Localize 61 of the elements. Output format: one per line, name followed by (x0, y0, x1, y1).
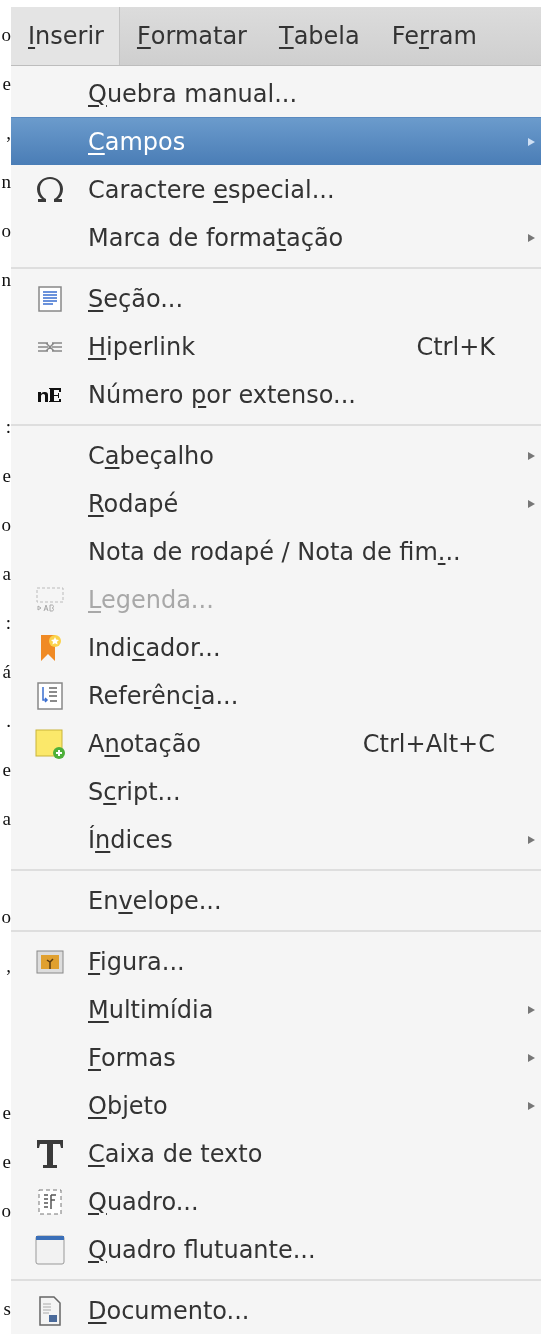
menu-item[interactable]: Número por extenso... (11, 370, 541, 418)
image-icon (35, 949, 64, 974)
menu-item[interactable]: Cabeçalho (11, 431, 541, 479)
menu-item[interactable]: Multimídia (11, 985, 541, 1033)
document-text: á (2, 660, 11, 684)
number-words-icon (36, 385, 63, 404)
menu-item[interactable]: Referência... (11, 671, 541, 719)
omega-icon (34, 174, 65, 205)
document-text: o (1, 219, 11, 243)
document-text: e (2, 1150, 11, 1174)
floating-frame-icon (34, 1234, 65, 1265)
text-box-icon (35, 1138, 64, 1169)
menu-item[interactable]: Documento... (11, 1286, 541, 1334)
menu-bar-item[interactable]: Ferram (374, 7, 492, 65)
hyperlink-icon (36, 339, 63, 354)
document-text: n (1, 268, 11, 292)
document-text: , (6, 121, 11, 145)
document-text: o (1, 1199, 11, 1223)
document-text: s (3, 1297, 11, 1321)
document-text: e (2, 1101, 11, 1125)
document-text: a (2, 562, 11, 586)
document-text: : (5, 611, 11, 635)
section-icon (37, 285, 62, 312)
menu-bar-item[interactable]: Inserir (11, 7, 120, 65)
menu-item[interactable]: Índices (11, 815, 541, 863)
document-text: o (1, 513, 11, 537)
document-text: , (6, 954, 11, 978)
comment-icon (34, 728, 65, 759)
document-text: e (2, 464, 11, 488)
menu-bar-item[interactable]: Tabela (262, 7, 375, 65)
menu-item[interactable]: Campos (11, 117, 541, 165)
menu-item[interactable]: Quadro flutuante... (11, 1225, 541, 1273)
reference-icon (36, 681, 63, 710)
document-text: . (6, 709, 11, 733)
menu-item[interactable]: Indicador... (11, 623, 541, 671)
menu-item[interactable]: Objeto (11, 1081, 541, 1129)
menu-item[interactable]: Caixa de texto (11, 1129, 541, 1177)
document-text: n (1, 170, 11, 194)
menu-item[interactable]: Quadro... (11, 1177, 541, 1225)
menu-item[interactable]: Hiperlink Ctrl+K (11, 322, 541, 370)
menu-item[interactable]: Quebra manual... (11, 69, 541, 117)
menu-item[interactable]: Script... (11, 767, 541, 815)
document-text: e (2, 72, 11, 96)
frame-icon (36, 1187, 63, 1216)
menu-item[interactable]: Seção... (11, 274, 541, 322)
document-text: : (5, 415, 11, 439)
menu-item[interactable]: Formas (11, 1033, 541, 1081)
menu-item[interactable]: Envelope... (11, 876, 541, 924)
caption-icon (34, 585, 65, 614)
menu-item[interactable]: Marca de formatação (11, 213, 541, 261)
menu-item[interactable]: Nota de rodapé / Nota de fim... (11, 527, 541, 575)
menu-bar-item[interactable]: Formatar (119, 7, 262, 65)
document-text: e (2, 758, 11, 782)
menu-item[interactable]: Anotação Ctrl+Alt+C (11, 719, 541, 767)
document-text: o (1, 905, 11, 929)
document-text: o (1, 23, 11, 47)
document-icon (37, 1295, 62, 1326)
menu-item[interactable]: Rodapé (11, 479, 541, 527)
menu-item[interactable]: Caractere especial... (11, 165, 541, 213)
menu-item[interactable]: Figura... (11, 937, 541, 985)
document-text: a (2, 807, 11, 831)
